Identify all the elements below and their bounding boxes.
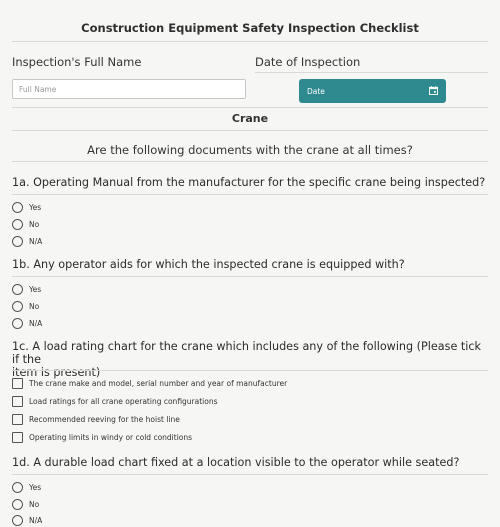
option-label: The crane make and model, serial number …	[29, 378, 288, 388]
radio-option[interactable]: Yes	[12, 480, 41, 494]
option-label: N/A	[29, 515, 43, 525]
full-name-input[interactable]	[12, 79, 246, 99]
checkbox[interactable]	[12, 413, 23, 425]
radio-button[interactable]	[12, 481, 23, 493]
checkbox-option[interactable]: The crane make and model, serial number …	[12, 376, 287, 390]
checkbox-option[interactable]: Recommended reeving for the hoist line	[12, 412, 180, 426]
form-title: Construction Equipment Safety Inspection…	[81, 21, 419, 35]
divider	[12, 194, 488, 195]
divider	[12, 130, 488, 131]
date-picker-label: Date	[307, 86, 325, 96]
divider	[255, 72, 488, 73]
radio-option[interactable]: N/A	[12, 316, 42, 330]
full-name-label: Inspection's Full Name	[12, 55, 142, 69]
radio-button[interactable]	[12, 201, 23, 213]
divider	[12, 161, 488, 162]
radio-button[interactable]	[12, 300, 23, 312]
radio-option[interactable]: Yes	[12, 282, 41, 296]
option-label: Yes	[29, 482, 42, 492]
option-label: N/A	[29, 318, 43, 328]
radio-button[interactable]	[12, 235, 23, 247]
option-label: No	[29, 499, 40, 509]
question-1b: 1b. Any operator aids for which the insp…	[12, 258, 405, 271]
radio-option[interactable]: No	[12, 497, 39, 511]
option-label: Load ratings for all crane operating con…	[29, 396, 218, 406]
checkbox-option[interactable]: Load ratings for all crane operating con…	[12, 394, 218, 408]
radio-option[interactable]: No	[12, 217, 39, 231]
radio-button[interactable]	[12, 498, 23, 510]
calendar-icon	[429, 86, 438, 95]
question-1a: 1a. Operating Manual from the manufactur…	[12, 176, 486, 189]
option-label: Yes	[29, 284, 42, 294]
option-label: No	[29, 219, 40, 229]
radio-option[interactable]: N/A	[12, 234, 42, 248]
option-label: Operating limits in windy or cold condit…	[29, 432, 193, 442]
question-1c-line1: 1c. A load rating chart for the crane wh…	[12, 340, 482, 366]
divider	[12, 474, 488, 475]
date-picker[interactable]: Date	[299, 79, 446, 103]
question-1d: 1d. A durable load chart fixed at a loca…	[12, 456, 460, 469]
option-label: N/A	[29, 236, 43, 246]
divider	[12, 276, 488, 277]
question-1c: 1c. A load rating chart for the crane wh…	[12, 340, 488, 379]
date-label: Date of Inspection	[255, 55, 361, 69]
divider	[12, 370, 488, 371]
radio-option[interactable]: Yes	[12, 200, 41, 214]
radio-button[interactable]	[12, 317, 23, 329]
checkbox[interactable]	[12, 431, 23, 443]
divider	[12, 41, 488, 42]
option-label: Yes	[29, 202, 42, 212]
radio-option[interactable]: N/A	[12, 513, 42, 527]
radio-option[interactable]: No	[12, 299, 39, 313]
checkbox[interactable]	[12, 377, 23, 389]
section-question: Are the following documents with the cra…	[87, 143, 413, 157]
divider	[12, 107, 488, 108]
inspection-form: Construction Equipment Safety Inspection…	[0, 0, 500, 526]
option-label: No	[29, 301, 40, 311]
section-title: Crane	[231, 112, 269, 125]
radio-button[interactable]	[12, 283, 23, 295]
checkbox-option[interactable]: Operating limits in windy or cold condit…	[12, 430, 192, 444]
radio-button[interactable]	[12, 514, 23, 526]
radio-button[interactable]	[12, 218, 23, 230]
option-label: Recommended reeving for the hoist line	[29, 414, 180, 424]
checkbox[interactable]	[12, 395, 23, 407]
